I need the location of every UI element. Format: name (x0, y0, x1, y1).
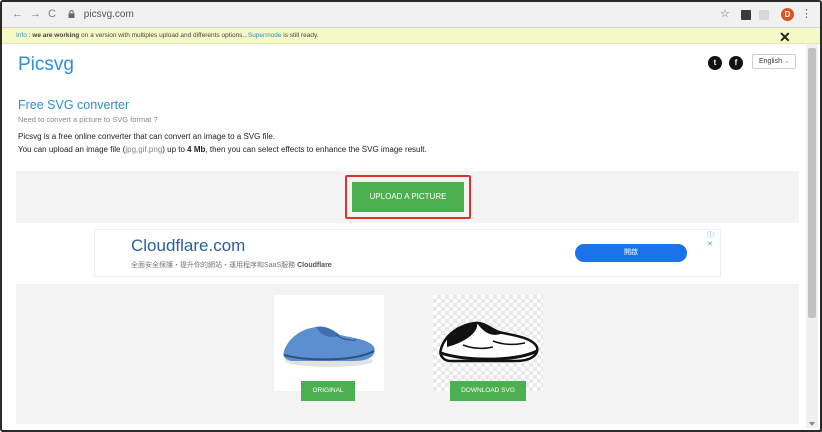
ad-subtitle: 全面安全保護・提升你的網站・運用程序和SaaS服務 Cloudflare (131, 260, 332, 270)
size-limit: 4 Mb (187, 145, 206, 154)
supermode-link[interactable]: Supermode (248, 32, 282, 39)
extension-icon[interactable] (741, 10, 751, 20)
reload-button[interactable]: C (48, 8, 56, 21)
page-scrollbar[interactable] (806, 44, 818, 428)
back-button[interactable]: ← (12, 8, 23, 21)
ad-banner[interactable]: Cloudflare.com 全面安全保護・提升你的網站・運用程序和SaaS服務… (94, 229, 721, 277)
browser-menu-icon[interactable]: ⋮ (801, 7, 812, 21)
scroll-down-arrow-icon[interactable] (809, 422, 815, 426)
example-gallery: ORIGINAL DOWNLOAD SVG (16, 284, 799, 424)
url-text: picsvg.com (83, 9, 134, 20)
ad-subtitle-brand: Cloudflare (297, 262, 332, 269)
page-subtitle: Need to convert a picture to SVG format … (18, 115, 158, 124)
profile-avatar[interactable]: D (781, 8, 794, 21)
browser-window: ← → C picsvg.com ☆ D ⋮ Info : we are wor… (0, 0, 822, 432)
formats-text: jpg,gif,png (125, 145, 163, 154)
svg-result-image: DOWNLOAD SVG (433, 295, 543, 401)
download-svg-button[interactable]: DOWNLOAD SVG (450, 381, 526, 401)
language-value: English (759, 58, 782, 65)
ad-open-button[interactable]: 開啟 (575, 244, 687, 262)
info-banner: Info : we are working on a version with … (2, 28, 820, 44)
lock-icon (68, 10, 75, 19)
desc-text: You can upload an image file ( (18, 145, 126, 154)
info-label: Info (16, 32, 27, 39)
shoe-outline-image (439, 321, 539, 363)
upload-picture-button[interactable]: UPLOAD A PICTURE (352, 182, 464, 212)
chevron-down-icon: ⌄ (783, 58, 790, 65)
ad-title[interactable]: Cloudflare.com (131, 236, 245, 256)
close-icon[interactable]: ✕ (779, 30, 791, 44)
facebook-icon[interactable]: f (729, 56, 743, 70)
page-title: Free SVG converter (18, 98, 130, 112)
page-content: Picsvg t f English ⌄ Free SVG converter … (2, 44, 806, 428)
address-bar[interactable]: picsvg.com (68, 7, 728, 23)
desc-text: ) up to (162, 145, 188, 154)
ad-choices-icon[interactable]: ⓘ ✕ (707, 230, 720, 248)
original-image: ORIGINAL (274, 295, 384, 401)
browser-toolbar: ← → C picsvg.com ☆ D ⋮ (2, 2, 820, 28)
info-bold: we are working (32, 32, 80, 39)
info-tail: is still ready. (281, 32, 319, 39)
extension-icon-2[interactable] (759, 10, 769, 20)
desc-text: , then you can select effects to enhance… (205, 145, 427, 154)
info-text: on a version with multiples upload and d… (79, 32, 248, 39)
forward-button[interactable]: → (30, 8, 41, 21)
bookmark-star-icon[interactable]: ☆ (720, 7, 730, 21)
description-line-1: Picsvg is a free online converter that c… (18, 132, 276, 141)
language-select[interactable]: English ⌄ (752, 54, 796, 69)
site-logo[interactable]: Picsvg (18, 54, 74, 76)
blue-shoe-image (283, 326, 375, 367)
twitter-icon[interactable]: t (708, 56, 722, 70)
original-button[interactable]: ORIGINAL (301, 381, 355, 401)
description-line-2: You can upload an image file (jpg,gif,pn… (18, 145, 427, 154)
ad-subtitle-text: 全面安全保護・提升你的網站・運用程序和SaaS服務 (131, 262, 298, 269)
scrollbar-thumb[interactable] (808, 48, 816, 318)
